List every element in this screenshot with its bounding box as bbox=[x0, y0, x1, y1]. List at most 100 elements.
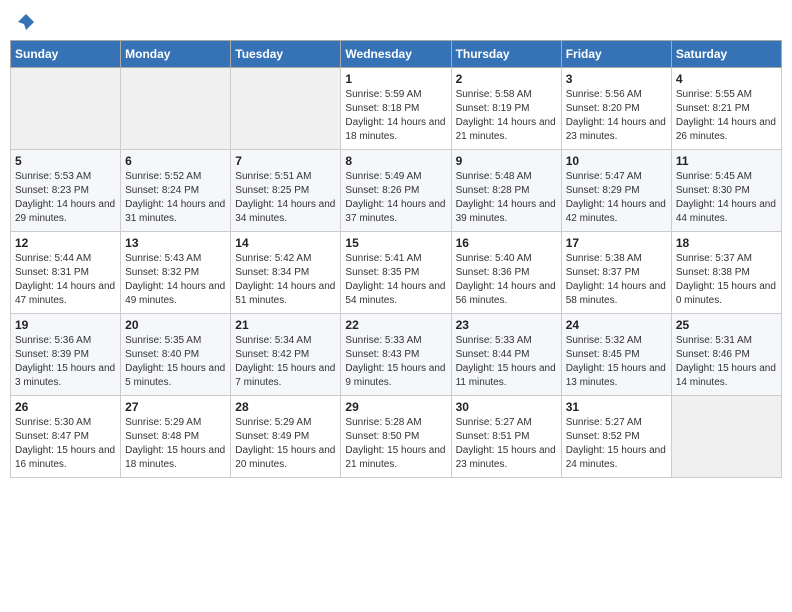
day-number: 11 bbox=[676, 154, 777, 168]
calendar-header: SundayMondayTuesdayWednesdayThursdayFrid… bbox=[11, 41, 782, 68]
page-header bbox=[10, 10, 782, 32]
cell-content: Sunrise: 5:38 AM Sunset: 8:37 PM Dayligh… bbox=[566, 252, 667, 308]
cell-content: Sunrise: 5:29 AM Sunset: 8:49 PM Dayligh… bbox=[235, 416, 336, 472]
calendar-cell: 6 Sunrise: 5:52 AM Sunset: 8:24 PM Daylig… bbox=[121, 150, 231, 232]
calendar-cell: 16Sunrise: 5:40 AM Sunset: 8:36 PM Dayli… bbox=[451, 232, 561, 314]
day-number: 9 bbox=[456, 154, 557, 168]
cell-content: Sunrise: 5:55 AM Sunset: 8:21 PM Dayligh… bbox=[676, 88, 777, 144]
day-number: 15 bbox=[345, 236, 446, 250]
calendar-cell: 17Sunrise: 5:38 AM Sunset: 8:37 PM Dayli… bbox=[561, 232, 671, 314]
cell-content: Sunrise: 5:27 AM Sunset: 8:51 PM Dayligh… bbox=[456, 416, 557, 472]
calendar-cell: 7Sunrise: 5:51 AM Sunset: 8:25 PM Daylig… bbox=[231, 150, 341, 232]
calendar-cell: 2Sunrise: 5:58 AM Sunset: 8:19 PM Daylig… bbox=[451, 68, 561, 150]
cell-content: Sunrise: 5:41 AM Sunset: 8:35 PM Dayligh… bbox=[345, 252, 446, 308]
calendar-cell bbox=[671, 396, 781, 478]
calendar-cell: 26 Sunrise: 5:30 AM Sunset: 8:47 PM Dayli… bbox=[11, 396, 121, 478]
cell-content: Sunrise: 5:37 AM Sunset: 8:38 PM Dayligh… bbox=[676, 252, 777, 308]
calendar-cell: 4Sunrise: 5:55 AM Sunset: 8:21 PM Daylig… bbox=[671, 68, 781, 150]
day-header-thursday: Thursday bbox=[451, 41, 561, 68]
calendar-cell: 30 Sunrise: 5:27 AM Sunset: 8:51 PM Dayli… bbox=[451, 396, 561, 478]
day-number: 23 bbox=[456, 318, 557, 332]
logo-icon bbox=[16, 12, 36, 32]
day-number: 26 bbox=[15, 400, 116, 414]
calendar-cell: 25 Sunrise: 5:31 AM Sunset: 8:46 PM Dayli… bbox=[671, 314, 781, 396]
calendar-cell: 18 Sunrise: 5:37 AM Sunset: 8:38 PM Dayli… bbox=[671, 232, 781, 314]
week-row-5: 26 Sunrise: 5:30 AM Sunset: 8:47 PM Dayli… bbox=[11, 396, 782, 478]
day-number: 31 bbox=[566, 400, 667, 414]
cell-content: Sunrise: 5:44 AM Sunset: 8:31 PM Dayligh… bbox=[15, 252, 116, 308]
cell-content: Sunrise: 5:48 AM Sunset: 8:28 PM Dayligh… bbox=[456, 170, 557, 226]
day-number: 8 bbox=[345, 154, 446, 168]
calendar-cell: 1 Sunrise: 5:59 AM Sunset: 8:18 PM Daylig… bbox=[341, 68, 451, 150]
day-header-sunday: Sunday bbox=[11, 41, 121, 68]
day-number: 18 bbox=[676, 236, 777, 250]
calendar-cell: 8 Sunrise: 5:49 AM Sunset: 8:26 PM Daylig… bbox=[341, 150, 451, 232]
header-row: SundayMondayTuesdayWednesdayThursdayFrid… bbox=[11, 41, 782, 68]
calendar-body: 1 Sunrise: 5:59 AM Sunset: 8:18 PM Daylig… bbox=[11, 68, 782, 478]
calendar-cell: 31 Sunrise: 5:27 AM Sunset: 8:52 PM Dayli… bbox=[561, 396, 671, 478]
week-row-4: 19Sunrise: 5:36 AM Sunset: 8:39 PM Dayli… bbox=[11, 314, 782, 396]
calendar-cell: 19Sunrise: 5:36 AM Sunset: 8:39 PM Dayli… bbox=[11, 314, 121, 396]
cell-content: Sunrise: 5:31 AM Sunset: 8:46 PM Dayligh… bbox=[676, 334, 777, 390]
calendar-cell: 3 Sunrise: 5:56 AM Sunset: 8:20 PM Daylig… bbox=[561, 68, 671, 150]
day-header-monday: Monday bbox=[121, 41, 231, 68]
calendar-cell: 13 Sunrise: 5:43 AM Sunset: 8:32 PM Dayli… bbox=[121, 232, 231, 314]
day-number: 22 bbox=[345, 318, 446, 332]
day-number: 5 bbox=[15, 154, 116, 168]
day-number: 25 bbox=[676, 318, 777, 332]
calendar-cell: 23Sunrise: 5:33 AM Sunset: 8:44 PM Dayli… bbox=[451, 314, 561, 396]
cell-content: Sunrise: 5:43 AM Sunset: 8:32 PM Dayligh… bbox=[125, 252, 226, 308]
cell-content: Sunrise: 5:28 AM Sunset: 8:50 PM Dayligh… bbox=[345, 416, 446, 472]
cell-content: Sunrise: 5:53 AM Sunset: 8:23 PM Dayligh… bbox=[15, 170, 116, 226]
day-header-saturday: Saturday bbox=[671, 41, 781, 68]
calendar-cell bbox=[231, 68, 341, 150]
cell-content: Sunrise: 5:47 AM Sunset: 8:29 PM Dayligh… bbox=[566, 170, 667, 226]
cell-content: Sunrise: 5:27 AM Sunset: 8:52 PM Dayligh… bbox=[566, 416, 667, 472]
day-number: 13 bbox=[125, 236, 226, 250]
day-header-wednesday: Wednesday bbox=[341, 41, 451, 68]
cell-content: Sunrise: 5:52 AM Sunset: 8:24 PM Dayligh… bbox=[125, 170, 226, 226]
cell-content: Sunrise: 5:59 AM Sunset: 8:18 PM Dayligh… bbox=[345, 88, 446, 144]
calendar-cell: 21 Sunrise: 5:34 AM Sunset: 8:42 PM Dayli… bbox=[231, 314, 341, 396]
calendar-table: SundayMondayTuesdayWednesdayThursdayFrid… bbox=[10, 40, 782, 478]
day-number: 2 bbox=[456, 72, 557, 86]
day-number: 19 bbox=[15, 318, 116, 332]
calendar-cell: 14Sunrise: 5:42 AM Sunset: 8:34 PM Dayli… bbox=[231, 232, 341, 314]
cell-content: Sunrise: 5:32 AM Sunset: 8:45 PM Dayligh… bbox=[566, 334, 667, 390]
day-number: 6 bbox=[125, 154, 226, 168]
cell-content: Sunrise: 5:29 AM Sunset: 8:48 PM Dayligh… bbox=[125, 416, 226, 472]
day-number: 30 bbox=[456, 400, 557, 414]
calendar-cell: 28 Sunrise: 5:29 AM Sunset: 8:49 PM Dayli… bbox=[231, 396, 341, 478]
cell-content: Sunrise: 5:35 AM Sunset: 8:40 PM Dayligh… bbox=[125, 334, 226, 390]
day-number: 7 bbox=[235, 154, 336, 168]
day-header-friday: Friday bbox=[561, 41, 671, 68]
calendar-cell: 24Sunrise: 5:32 AM Sunset: 8:45 PM Dayli… bbox=[561, 314, 671, 396]
calendar-cell: 22 Sunrise: 5:33 AM Sunset: 8:43 PM Dayli… bbox=[341, 314, 451, 396]
cell-content: Sunrise: 5:30 AM Sunset: 8:47 PM Dayligh… bbox=[15, 416, 116, 472]
cell-content: Sunrise: 5:33 AM Sunset: 8:43 PM Dayligh… bbox=[345, 334, 446, 390]
calendar-cell: 29 Sunrise: 5:28 AM Sunset: 8:50 PM Dayli… bbox=[341, 396, 451, 478]
day-number: 14 bbox=[235, 236, 336, 250]
calendar-cell: 5 Sunrise: 5:53 AM Sunset: 8:23 PM Daylig… bbox=[11, 150, 121, 232]
cell-content: Sunrise: 5:49 AM Sunset: 8:26 PM Dayligh… bbox=[345, 170, 446, 226]
day-number: 16 bbox=[456, 236, 557, 250]
calendar-cell: 11Sunrise: 5:45 AM Sunset: 8:30 PM Dayli… bbox=[671, 150, 781, 232]
day-number: 10 bbox=[566, 154, 667, 168]
calendar-cell: 9 Sunrise: 5:48 AM Sunset: 8:28 PM Daylig… bbox=[451, 150, 561, 232]
calendar-cell: 15 Sunrise: 5:41 AM Sunset: 8:35 PM Dayli… bbox=[341, 232, 451, 314]
calendar-cell: 20 Sunrise: 5:35 AM Sunset: 8:40 PM Dayli… bbox=[121, 314, 231, 396]
day-number: 1 bbox=[345, 72, 446, 86]
day-number: 12 bbox=[15, 236, 116, 250]
day-number: 3 bbox=[566, 72, 667, 86]
day-number: 21 bbox=[235, 318, 336, 332]
calendar-cell bbox=[11, 68, 121, 150]
cell-content: Sunrise: 5:56 AM Sunset: 8:20 PM Dayligh… bbox=[566, 88, 667, 144]
logo bbox=[14, 10, 36, 32]
cell-content: Sunrise: 5:34 AM Sunset: 8:42 PM Dayligh… bbox=[235, 334, 336, 390]
day-number: 29 bbox=[345, 400, 446, 414]
week-row-2: 5 Sunrise: 5:53 AM Sunset: 8:23 PM Daylig… bbox=[11, 150, 782, 232]
day-number: 27 bbox=[125, 400, 226, 414]
week-row-1: 1 Sunrise: 5:59 AM Sunset: 8:18 PM Daylig… bbox=[11, 68, 782, 150]
day-number: 28 bbox=[235, 400, 336, 414]
day-number: 20 bbox=[125, 318, 226, 332]
